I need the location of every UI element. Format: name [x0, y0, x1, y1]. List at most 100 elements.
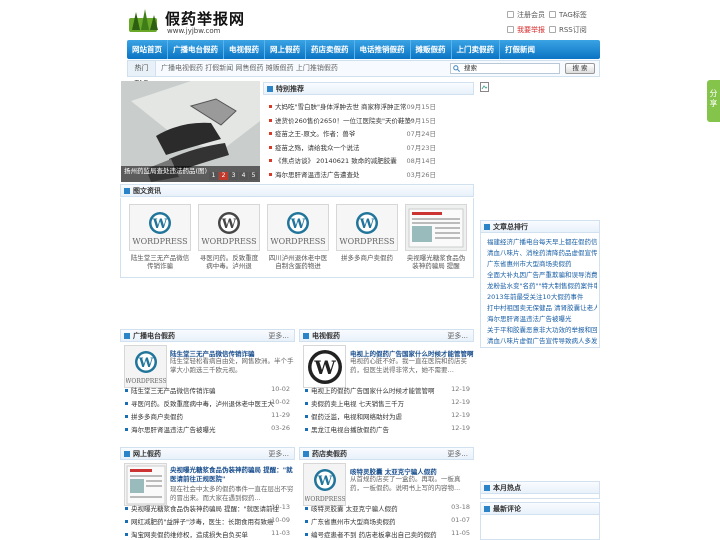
rank-item[interactable]: 广东省惠州市大型商场卖假药 — [487, 258, 597, 268]
bullet-icon — [125, 389, 128, 392]
rank-item[interactable]: 海尔思肝肾温违法广告被曝光 — [487, 313, 597, 323]
image-news-item[interactable]: W WORDPRESS 拼多多商户卖假药 — [336, 204, 398, 270]
list-item[interactable]: 《焦点访谈》 20140621 致命的减肥胶囊 08月14日 — [269, 155, 436, 165]
rank-item[interactable]: 清血八味片虚假广告宣传导致病人多发 — [487, 335, 597, 345]
bullet-icon — [125, 402, 128, 405]
more-link[interactable]: 更多... — [268, 448, 289, 460]
list-item[interactable]: 陆生堂三无产品微信传销诈骗 10-02 — [125, 385, 290, 395]
month-hot-header: 本月热点 — [480, 481, 600, 494]
rank-item[interactable]: 清血八味片、消栓药清降药品虚假宣传 — [487, 247, 597, 257]
list-item[interactable]: 拼多多商户卖假药 11-29 — [125, 411, 290, 421]
rank-item[interactable]: 福建经济广播电台每天早上都在假药信 — [487, 236, 597, 246]
rank-item[interactable]: 全面大补丸因广告严重欺骗和误导消费 — [487, 269, 597, 279]
nav-pharmacy[interactable]: 药店卖假药 — [306, 40, 355, 59]
register-link[interactable]: 注册会员 — [507, 10, 545, 20]
rank-item[interactable]: 龙粉盐水变"名药""特大制售假药案件审 — [487, 280, 597, 290]
latest-comments-title: 最新评论 — [493, 505, 521, 513]
nav-radio[interactable]: 广播电台假药 — [168, 40, 224, 59]
more-link[interactable]: 更多... — [447, 330, 468, 342]
bullet-icon — [305, 402, 308, 405]
image-news-item[interactable]: W WORDPRESS 陆生堂三无产品微信传销诈骗 — [129, 204, 191, 270]
report-link[interactable]: 我要举报 — [507, 25, 545, 35]
list-item[interactable]: 淘宝网卖假药维修权，造成损失自负买单 11-03 — [125, 529, 290, 539]
list-item[interactable]: 大妈吃"雪白肤"身体浮肿去世 商家称浮肿正常 09月15日 — [269, 101, 436, 111]
rank-item[interactable]: 关于平和胶囊恶意非大功效的举报和回 — [487, 324, 597, 334]
bullet-icon — [305, 507, 308, 510]
nav-online[interactable]: 网上假药 — [265, 40, 306, 59]
image-news-item[interactable]: W WORDPRESS 四川泸州退休老中医自制含蛋药物进 — [267, 204, 329, 270]
list-item[interactable]: 海尔思肝肾温违法广告被曝光 03-26 — [125, 424, 290, 434]
section-thumb[interactable] — [124, 463, 167, 506]
search-button[interactable]: 搜 索 — [565, 63, 595, 74]
bullet-icon — [484, 224, 490, 230]
nav-phone[interactable]: 电话推销假药 — [355, 40, 411, 59]
list-item[interactable]: 网红减肥药"益胖子"涉毒，医生：长期食用有致癌 10-09 — [125, 516, 290, 526]
section-title[interactable]: 广播电台假药 — [133, 332, 175, 340]
bullet-icon — [269, 119, 272, 122]
online-section-header: 网上假药 更多... — [120, 447, 295, 460]
list-item[interactable]: 进货价260售价2650！一位江医院卖"天价鞋垫" 09月15日 — [269, 115, 436, 125]
rank-item[interactable]: 2013年前最受关注10大假药事件 — [487, 291, 597, 301]
list-item[interactable]: 电视上的假药广告国家什么时候才能管管啊 12-19 — [305, 385, 470, 395]
report-icon — [507, 26, 514, 33]
more-link[interactable]: 更多... — [447, 448, 468, 460]
nav-tv[interactable]: 电视假药 — [224, 40, 265, 59]
list-item[interactable]: 编号症患者不到 药店老板拿出自己卖的假药 11-05 — [305, 529, 470, 539]
lead-title[interactable]: 央视曝光糖浆食品伪装神药骗局 提醒："就医请前往正规医院" — [170, 466, 294, 484]
image-slider[interactable]: 扬州药监局查处违法药品(图) 1 2 3 4 5 — [121, 81, 260, 182]
list-item[interactable]: 疫苗之殇，请给我众一个说法 07月23日 — [269, 142, 436, 152]
section-thumb[interactable]: W — [303, 345, 346, 388]
svg-text:W: W — [152, 217, 168, 232]
bullet-icon — [305, 520, 308, 523]
latest-comments-box — [480, 515, 600, 540]
month-hot-title: 本月热点 — [493, 484, 521, 492]
bullet-icon — [124, 451, 130, 457]
section-title[interactable]: 网上假药 — [133, 450, 161, 458]
list-item[interactable]: 黑龙江电视台播放假药广告 12-19 — [305, 424, 470, 434]
nav-news[interactable]: 打假新闻 — [500, 40, 540, 59]
image-news-item[interactable]: W WORDPRESS 寻医问药。反致重度病中毒。泸州退 — [198, 204, 260, 270]
list-item[interactable]: 咳特灵胶囊 太亚克宁骗人假药 03-18 — [305, 503, 470, 513]
image-news-header: 图文资讯 — [120, 184, 474, 197]
nav-vendor[interactable]: 摊贩假药 — [411, 40, 452, 59]
recommend-title: 特别推荐 — [276, 85, 304, 93]
rss-link[interactable]: RSS订阅 — [549, 25, 587, 35]
list-item[interactable]: 疫苗之王-原文。作者：兽爷 07月24日 — [269, 128, 436, 138]
svg-text:WORDPRESS: WORDPRESS — [305, 496, 345, 503]
bullet-icon — [303, 451, 309, 457]
section-thumb[interactable]: W WORDPRESS — [303, 463, 346, 506]
rank-item[interactable]: 打中村祖国卖无保健品 清肾胶囊让老人 — [487, 302, 597, 312]
section-title[interactable]: 药店卖假药 — [312, 450, 347, 458]
lead-summary: 从首规药店买了一盒药。再取。一板真药，一板假药。说明书上写的内容物... — [350, 475, 461, 492]
bullet-icon — [267, 86, 273, 92]
slider-page[interactable]: 5 — [249, 172, 258, 180]
list-item[interactable]: 央视曝光糖浆食品伪装神药骗局 提醒："就医请前往 10-13 — [125, 503, 290, 513]
image-news-item[interactable]: 央视曝光糖浆食品伪装神药骗局 提醒 — [405, 204, 467, 270]
list-item[interactable]: 卖假药卖上电视 七天销售三千万 12-19 — [305, 398, 470, 408]
bullet-icon — [125, 533, 128, 536]
tag-link[interactable]: TAG标签 — [549, 10, 587, 20]
site-logo[interactable]: 假药举报网 www.jyjbw.com — [127, 6, 267, 36]
main-nav: 网站首页 广播电台假药 电视假药 网上假药 药店卖假药 电话推销假药 摊贩假药 … — [127, 40, 600, 59]
hot-tags[interactable]: 广播电视假药 打假新闻 网售假药 摊贩假药 上门推销假药 — [161, 61, 338, 76]
more-link[interactable]: 更多... — [268, 330, 289, 342]
broken-image-icon — [480, 82, 489, 92]
svg-text:W: W — [359, 217, 375, 232]
search-input[interactable]: 搜索 — [450, 63, 560, 74]
list-item[interactable]: 假药泛滥，电视和网络助纣为虐 12-19 — [305, 411, 470, 421]
list-item[interactable]: 寻医问药。反致重度病中毒，泸州退休老中医王大 10-02 — [125, 398, 290, 408]
wordpress-logo-icon: W WORDPRESS — [126, 350, 166, 385]
list-item[interactable]: 海尔思肝肾温违法广告遭查处 03月26日 — [269, 169, 436, 179]
section-title[interactable]: 电视假药 — [312, 332, 340, 340]
share-button[interactable]: 分享 — [707, 80, 720, 122]
slider-page[interactable]: 2 — [219, 172, 228, 180]
nav-home[interactable]: 网站首页 — [127, 40, 168, 59]
list-item[interactable]: 广东省惠州市大型商场卖假药 01-07 — [305, 516, 470, 526]
bullet-icon — [305, 389, 308, 392]
svg-text:W: W — [221, 217, 237, 232]
section-thumb[interactable]: W WORDPRESS — [124, 345, 167, 388]
slider-page[interactable]: 3 — [229, 172, 238, 180]
slider-page[interactable]: 1 — [209, 172, 218, 180]
slider-page[interactable]: 4 — [239, 172, 248, 180]
nav-door[interactable]: 上门卖假药 — [452, 40, 500, 59]
